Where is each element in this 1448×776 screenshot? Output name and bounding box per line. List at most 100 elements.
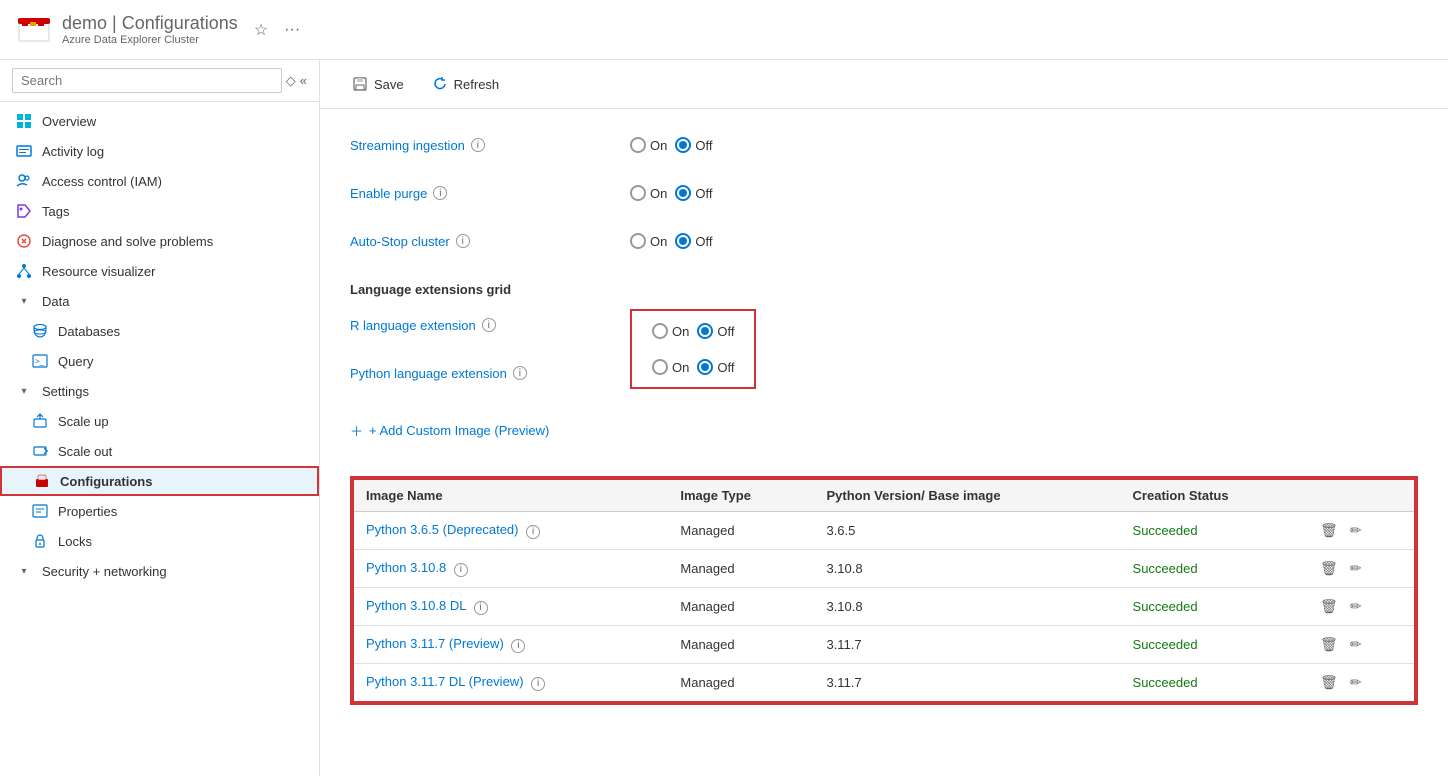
- image-type-cell: Managed: [668, 588, 814, 626]
- enable-purge-row: Enable purge i On Off: [350, 177, 1418, 209]
- row-info-icon[interactable]: i: [531, 677, 545, 691]
- favorite-icon[interactable]: ☆: [250, 16, 272, 44]
- refresh-button[interactable]: Refresh: [420, 70, 512, 98]
- auto-stop-on[interactable]: On: [630, 233, 667, 249]
- off-label: Off: [717, 324, 734, 339]
- sidebar-item-label: Databases: [58, 324, 120, 339]
- sidebar-item-scale-out[interactable]: Scale out: [0, 436, 319, 466]
- sidebar-item-query[interactable]: >_ Query: [0, 346, 319, 376]
- row-info-icon[interactable]: i: [454, 563, 468, 577]
- sidebar-item-scale-up[interactable]: Scale up: [0, 406, 319, 436]
- python-lang-row: Python language extension i: [350, 357, 630, 389]
- sidebar-item-label: Configurations: [60, 474, 152, 489]
- image-name: Python 3.6.5 (Deprecated): [366, 522, 518, 537]
- search-input[interactable]: [12, 68, 282, 93]
- chevron-down-icon: ▾: [16, 293, 32, 309]
- image-status-cell: Succeeded: [1121, 664, 1307, 703]
- image-name-cell: Python 3.11.7 (Preview) i: [353, 626, 668, 664]
- table-row: Python 3.11.7 (Preview) i Managed 3.11.7…: [353, 626, 1415, 664]
- enable-purge-radio-group: On Off: [630, 185, 712, 201]
- sidebar-item-access-control[interactable]: Access control (IAM): [0, 166, 319, 196]
- table-row: Python 3.6.5 (Deprecated) i Managed 3.6.…: [353, 512, 1415, 550]
- python-lang-label: Python language extension i: [350, 366, 630, 381]
- table-row: Python 3.10.8 DL i Managed 3.10.8 Succee…: [353, 588, 1415, 626]
- tags-icon: [16, 203, 32, 219]
- streaming-ingestion-on[interactable]: On: [630, 137, 667, 153]
- image-name: Python 3.10.8 DL: [366, 598, 466, 613]
- content-area: Save Refresh Streaming ingestion i On: [320, 60, 1448, 776]
- pin-icon[interactable]: ◇: [286, 73, 296, 89]
- lang-ext-radio-box: On Off On Off: [630, 309, 756, 389]
- streaming-ingestion-off[interactable]: Off: [675, 137, 712, 153]
- edit-button[interactable]: ✏: [1348, 634, 1364, 655]
- auto-stop-off[interactable]: Off: [675, 233, 712, 249]
- python-lang-off[interactable]: Off: [697, 359, 734, 375]
- header-subtitle: Azure Data Explorer Cluster: [62, 34, 238, 46]
- auto-stop-row: Auto-Stop cluster i On Off: [350, 225, 1418, 257]
- sidebar-item-databases[interactable]: Databases: [0, 316, 319, 346]
- sidebar-item-label: Scale out: [58, 444, 112, 459]
- sidebar-item-data[interactable]: ▾ Data: [0, 286, 319, 316]
- sidebar-item-security-networking[interactable]: ▾ Security + networking: [0, 556, 319, 586]
- auto-stop-info-icon[interactable]: i: [456, 234, 470, 248]
- row-actions-cell: 🗑 ✏: [1306, 664, 1415, 703]
- delete-button[interactable]: 🗑: [1318, 520, 1340, 541]
- sidebar-item-resource-visualizer[interactable]: Resource visualizer: [0, 256, 319, 286]
- table-header-row: Image Name Image Type Python Version/ Ba…: [353, 479, 1415, 512]
- r-lang-label: R language extension i: [350, 318, 630, 333]
- sidebar-item-activity-log[interactable]: Activity log: [0, 136, 319, 166]
- sidebar-item-locks[interactable]: Locks: [0, 526, 319, 556]
- enable-purge-on[interactable]: On: [630, 185, 667, 201]
- radio-off-circle: [675, 185, 691, 201]
- row-info-icon[interactable]: i: [474, 601, 488, 615]
- r-lang-on[interactable]: On: [652, 323, 689, 339]
- svg-text:>_: >_: [35, 357, 45, 366]
- row-actions: 🗑 ✏: [1318, 634, 1402, 655]
- sidebar-item-tags[interactable]: Tags: [0, 196, 319, 226]
- streaming-ingestion-info-icon[interactable]: i: [471, 138, 485, 152]
- save-button[interactable]: Save: [340, 70, 416, 98]
- r-lang-info-icon[interactable]: i: [482, 318, 496, 332]
- edit-button[interactable]: ✏: [1348, 558, 1364, 579]
- sidebar-nav: Overview Activity log Access control (IA…: [0, 102, 319, 776]
- edit-button[interactable]: ✏: [1348, 520, 1364, 541]
- delete-button[interactable]: 🗑: [1318, 672, 1340, 693]
- sidebar-item-configurations[interactable]: Configurations: [0, 466, 319, 496]
- image-type-cell: Managed: [668, 664, 814, 703]
- table-row: Python 3.11.7 DL (Preview) i Managed 3.1…: [353, 664, 1415, 703]
- off-label: Off: [695, 234, 712, 249]
- python-lang-on[interactable]: On: [652, 359, 689, 375]
- image-version-cell: 3.10.8: [814, 588, 1120, 626]
- sidebar-item-diagnose[interactable]: Diagnose and solve problems: [0, 226, 319, 256]
- delete-button[interactable]: 🗑: [1318, 558, 1340, 579]
- properties-icon: [32, 503, 48, 519]
- resource-icon: [16, 12, 52, 48]
- enable-purge-info-icon[interactable]: i: [433, 186, 447, 200]
- radio-on-circle: [630, 137, 646, 153]
- enable-purge-off[interactable]: Off: [675, 185, 712, 201]
- auto-stop-radio-group: On Off: [630, 233, 712, 249]
- sidebar-item-settings[interactable]: ▾ Settings: [0, 376, 319, 406]
- r-lang-row: R language extension i: [350, 309, 630, 341]
- visualizer-icon: [16, 263, 32, 279]
- sidebar-item-label: Properties: [58, 504, 117, 519]
- r-lang-off[interactable]: Off: [697, 323, 734, 339]
- on-label: On: [650, 138, 667, 153]
- delete-button[interactable]: 🗑: [1318, 634, 1340, 655]
- row-info-icon[interactable]: i: [526, 525, 540, 539]
- add-custom-image-button[interactable]: ＋ + Add Custom Image (Preview): [350, 421, 1418, 440]
- sidebar-item-overview[interactable]: Overview: [0, 106, 319, 136]
- more-options-icon[interactable]: ···: [280, 17, 304, 43]
- edit-button[interactable]: ✏: [1348, 672, 1364, 693]
- image-name-cell: Python 3.10.8 DL i: [353, 588, 668, 626]
- delete-button[interactable]: 🗑: [1318, 596, 1340, 617]
- python-lang-info-icon[interactable]: i: [513, 366, 527, 380]
- edit-button[interactable]: ✏: [1348, 596, 1364, 617]
- main-layout: ◇ « Overview Activity log: [0, 60, 1448, 776]
- toolbar: Save Refresh: [320, 60, 1448, 109]
- row-info-icon[interactable]: i: [511, 639, 525, 653]
- collapse-icon[interactable]: «: [300, 73, 307, 89]
- sidebar-item-label: Resource visualizer: [42, 264, 155, 279]
- sidebar-item-properties[interactable]: Properties: [0, 496, 319, 526]
- lang-ext-grid-label: Language extensions grid: [350, 282, 630, 297]
